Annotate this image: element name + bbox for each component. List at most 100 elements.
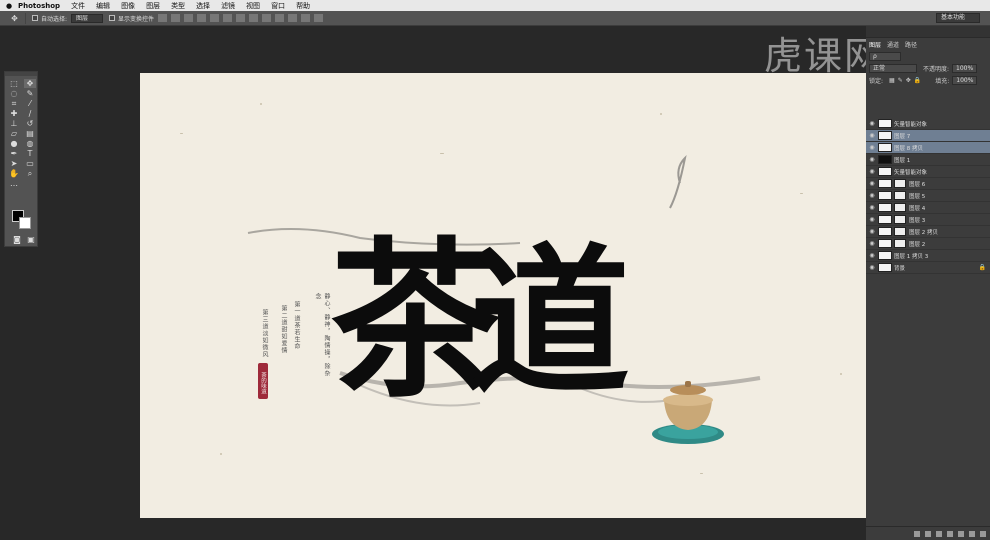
move-tool-icon[interactable]: ✥ [4, 12, 26, 24]
align-middle-icon[interactable] [171, 14, 181, 22]
layer-row[interactable]: ◉ 图层 7 [866, 130, 990, 142]
layer-row[interactable]: ◉ 图层 1 [866, 154, 990, 166]
eyedropper-tool-icon[interactable]: ⁄ [24, 99, 36, 108]
background-color-swatch[interactable] [19, 217, 31, 229]
menu-item-layer[interactable]: 图层 [146, 1, 160, 11]
layer-mask-thumbnail[interactable] [894, 227, 906, 236]
menu-item-select[interactable]: 选择 [196, 1, 210, 11]
history-brush-tool-icon[interactable]: ↺ [24, 119, 36, 128]
quick-mask-icon[interactable]: ◙ [11, 235, 23, 244]
layer-mask-thumbnail[interactable] [894, 191, 906, 200]
distribute-bottom-icon[interactable] [262, 14, 272, 22]
tab-layers[interactable]: 图层 [869, 40, 881, 49]
visibility-eye-icon[interactable]: ◉ [866, 120, 878, 127]
visibility-eye-icon[interactable]: ◉ [866, 156, 878, 163]
visibility-eye-icon[interactable]: ◉ [866, 252, 878, 259]
screen-mode-icon[interactable]: ▣ [25, 235, 37, 244]
layer-row[interactable]: ◉ 图层 3 [866, 214, 990, 226]
menu-item-help[interactable]: 帮助 [296, 1, 310, 11]
blend-mode-dropdown[interactable]: 正常 [869, 63, 917, 73]
layer-row[interactable]: ◉ 背景 🔒 [866, 262, 990, 274]
fill-input[interactable]: 100% [952, 75, 978, 85]
distribute-top-icon[interactable] [236, 14, 246, 22]
link-layers-icon[interactable] [914, 530, 920, 537]
apple-icon[interactable]: ● [0, 2, 18, 10]
lock-all-icon[interactable]: 🔒 [914, 77, 921, 84]
tab-channels[interactable]: 通道 [887, 40, 899, 49]
zoom-tool-icon[interactable]: ⌕ [24, 169, 36, 178]
layer-mask-thumbnail[interactable] [894, 203, 906, 212]
healing-tool-icon[interactable]: ✚ [8, 109, 20, 118]
tab-paths[interactable]: 路径 [905, 40, 917, 49]
layer-filter-dropdown[interactable]: ρ [869, 51, 901, 61]
blur-tool-icon[interactable]: ● [8, 139, 20, 148]
auto-align-icon[interactable] [314, 14, 324, 22]
quick-select-tool-icon[interactable]: ✎ [24, 89, 36, 98]
marquee-tool-icon[interactable]: ⬚ [8, 79, 20, 88]
layer-row[interactable]: ◉ 图层 6 [866, 178, 990, 190]
layer-row[interactable]: ◉ 图层 4 [866, 202, 990, 214]
layer-mask-thumbnail[interactable] [894, 179, 906, 188]
move-tool-icon[interactable]: ✥ [24, 79, 36, 88]
lock-transparent-icon[interactable]: ▦ [889, 77, 895, 84]
distribute-right-icon[interactable] [301, 14, 311, 22]
align-bottom-icon[interactable] [184, 14, 194, 22]
menu-item-photoshop[interactable]: Photoshop [18, 2, 60, 10]
workspace-dropdown[interactable]: 基本功能 [935, 13, 980, 23]
distribute-center-icon[interactable] [288, 14, 298, 22]
crop-tool-icon[interactable]: ⌗ [8, 99, 20, 108]
visibility-eye-icon[interactable]: ◉ [866, 168, 878, 175]
align-right-icon[interactable] [223, 14, 233, 22]
layer-row[interactable]: ◉ 图层 8 拷贝 [866, 142, 990, 154]
menu-item-image[interactable]: 图像 [121, 1, 135, 11]
visibility-eye-icon[interactable]: ◉ [866, 132, 878, 139]
visibility-eye-icon[interactable]: ◉ [866, 192, 878, 199]
lock-position-icon[interactable]: ✥ [906, 77, 911, 84]
opacity-input[interactable]: 100% [952, 63, 978, 73]
visibility-eye-icon[interactable]: ◉ [866, 228, 878, 235]
menu-item-type[interactable]: 类型 [171, 1, 185, 11]
layer-style-icon[interactable] [925, 530, 931, 537]
layer-row[interactable]: ◉ 图层 1 拷贝 3 [866, 250, 990, 262]
lasso-tool-icon[interactable]: ◌ [8, 89, 20, 98]
new-group-icon[interactable] [958, 530, 964, 537]
path-select-tool-icon[interactable]: ➤ [8, 159, 20, 168]
visibility-eye-icon[interactable]: ◉ [866, 240, 878, 247]
shape-tool-icon[interactable]: ▭ [24, 159, 36, 168]
menu-item-window[interactable]: 窗口 [271, 1, 285, 11]
menu-item-edit[interactable]: 编辑 [96, 1, 110, 11]
more-tools-icon[interactable]: … [8, 179, 20, 188]
distribute-left-icon[interactable] [275, 14, 285, 22]
eraser-tool-icon[interactable]: ▱ [8, 129, 20, 138]
align-top-icon[interactable] [158, 14, 168, 22]
adjustment-layer-icon[interactable] [947, 530, 953, 537]
lock-pixels-icon[interactable]: ✎ [898, 77, 903, 84]
new-layer-icon[interactable] [969, 530, 975, 537]
visibility-eye-icon[interactable]: ◉ [866, 216, 878, 223]
stamp-tool-icon[interactable]: ⊥ [8, 119, 20, 128]
layer-row[interactable]: ◉ 矢量智能对象 [866, 118, 990, 130]
layer-row[interactable]: ◉ 矢量智能对象 [866, 166, 990, 178]
menu-item-filter[interactable]: 滤镜 [221, 1, 235, 11]
menu-item-view[interactable]: 视图 [246, 1, 260, 11]
document-canvas[interactable]: 茶 道 静心、静神，陶情操，除杂念 第一道茶若生命 第二道甜如爱情 第三道淡如微… [140, 73, 866, 518]
visibility-eye-icon[interactable]: ◉ [866, 264, 878, 271]
layer-row[interactable]: ◉ 图层 2 拷贝 [866, 226, 990, 238]
auto-select-checkbox[interactable] [32, 15, 38, 21]
visibility-eye-icon[interactable]: ◉ [866, 180, 878, 187]
auto-select-dropdown[interactable]: 图层 [71, 13, 104, 23]
layer-row[interactable]: ◉ 图层 5 [866, 190, 990, 202]
gradient-tool-icon[interactable]: ▤ [24, 129, 36, 138]
visibility-eye-icon[interactable]: ◉ [866, 204, 878, 211]
show-transform-checkbox[interactable] [109, 15, 116, 21]
dodge-tool-icon[interactable]: ◍ [24, 139, 36, 148]
align-center-icon[interactable] [210, 14, 220, 22]
menu-item-file[interactable]: 文件 [71, 1, 85, 11]
pen-tool-icon[interactable]: ✒ [8, 149, 20, 158]
hand-tool-icon[interactable]: ✋ [8, 169, 20, 178]
type-tool-icon[interactable]: T [24, 149, 36, 158]
brush-tool-icon[interactable]: ∕ [24, 109, 36, 118]
distribute-middle-icon[interactable] [249, 14, 259, 22]
layer-mask-thumbnail[interactable] [894, 239, 906, 248]
add-mask-icon[interactable] [936, 530, 942, 537]
